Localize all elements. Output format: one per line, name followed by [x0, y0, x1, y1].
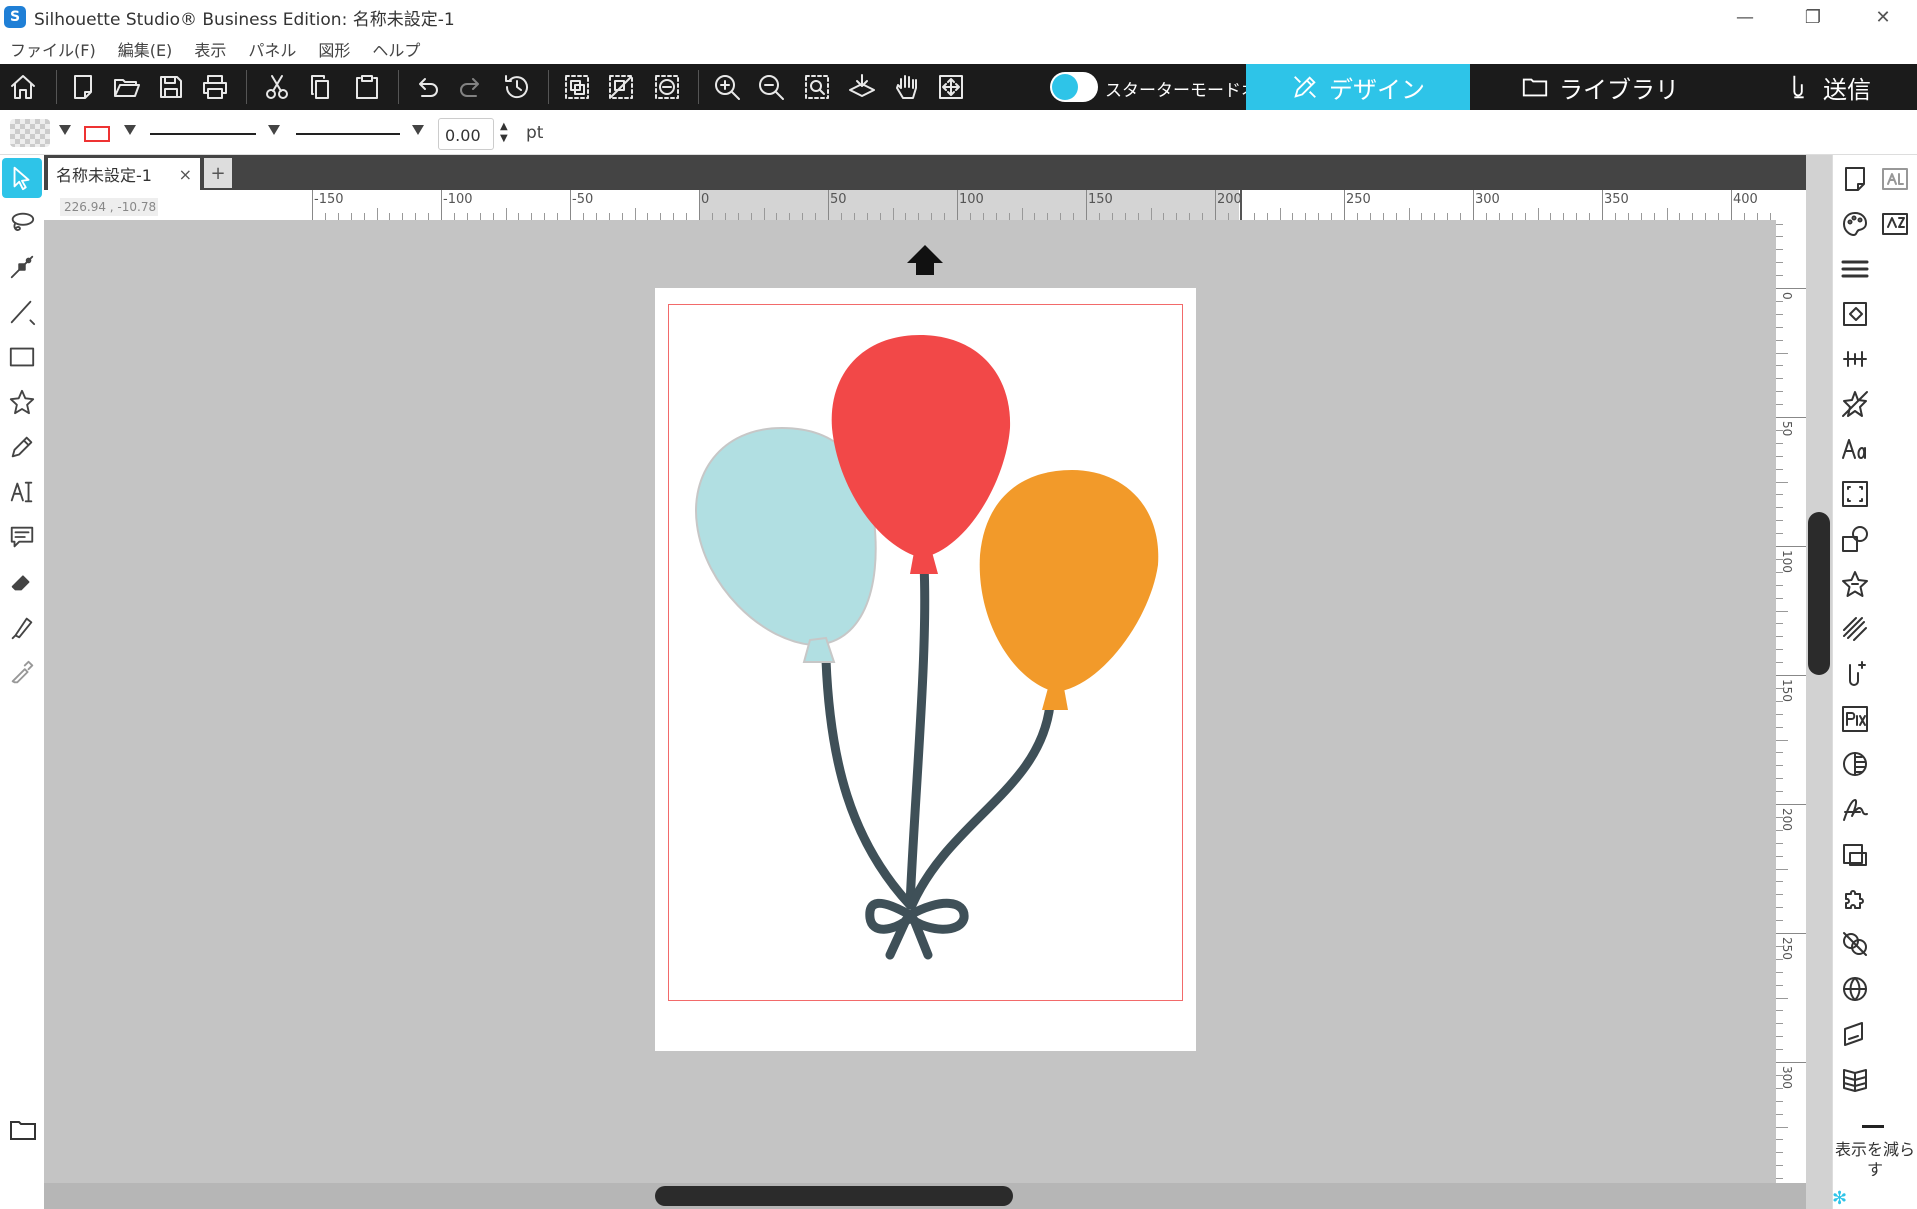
fold-grid-icon: [1843, 1069, 1867, 1092]
vertical-scroll-thumb[interactable]: [1808, 512, 1830, 675]
blade-plus-icon: [1849, 661, 1866, 686]
line-style-panel-button[interactable]: [1837, 251, 1873, 287]
color-fill-panel-button[interactable]: [1837, 296, 1873, 332]
replicate-panel-button[interactable]: [1837, 836, 1873, 872]
page-setup-button[interactable]: [1837, 161, 1873, 197]
balloons-artwork[interactable]: [0, 0, 1917, 1209]
align-panel-button[interactable]: [1837, 341, 1873, 377]
signature-icon: [1843, 799, 1868, 821]
horizontal-scroll-thumb[interactable]: [655, 1186, 1013, 1206]
fill-panel-button[interactable]: [1837, 206, 1873, 242]
scale-panel-button[interactable]: [1837, 476, 1873, 512]
shapes-icon: [1842, 526, 1868, 552]
send-panel-button[interactable]: [1837, 656, 1873, 692]
warp-icon: [1844, 1022, 1863, 1046]
scale-frame-icon: [1842, 481, 1868, 507]
offset-panel-button[interactable]: [1837, 611, 1873, 647]
font-aa-icon: [1842, 439, 1866, 459]
puzzle-icon: [1845, 890, 1864, 909]
text-style-button[interactable]: [1877, 161, 1913, 197]
warp-panel-button[interactable]: [1837, 1016, 1873, 1052]
orange-balloon: [979, 470, 1159, 710]
nesting-panel-button[interactable]: [1837, 881, 1873, 917]
align-text-button[interactable]: [1877, 206, 1913, 242]
3d-panel-button[interactable]: [1837, 1061, 1873, 1097]
align-distribute-icon: [1843, 351, 1867, 367]
fill-bucket-icon: [1843, 302, 1867, 326]
star-burst-icon: [1842, 391, 1868, 417]
half-circle-icon: [1843, 752, 1867, 776]
modify-panel-button[interactable]: [1837, 926, 1873, 962]
sketch-panel-button[interactable]: [1837, 791, 1873, 827]
settings-gear-icon[interactable]: ✻: [1832, 1188, 1852, 1209]
weld-icon: [1843, 932, 1867, 956]
palette-icon: [1843, 212, 1867, 236]
favorites-panel-button[interactable]: [1837, 566, 1873, 602]
trace-panel-button[interactable]: [1837, 746, 1873, 782]
text-style-icon: [1882, 168, 1908, 190]
text-panel-button[interactable]: [1837, 431, 1873, 467]
replicate-icon: [1843, 844, 1867, 866]
transform-panel-button[interactable]: [1837, 386, 1873, 422]
globe-icon: [1843, 977, 1867, 1001]
text-grid-icon: [1882, 213, 1908, 235]
vertical-scrollbar[interactable]: [1806, 155, 1832, 1209]
design-store-button[interactable]: [1837, 971, 1873, 1007]
collapse-panel-indicator: [1862, 1125, 1884, 1128]
silhouette-studio-window: S Silhouette Studio® Business Edition: 名…: [0, 0, 1917, 1209]
pix-icon: [1842, 706, 1868, 732]
page-setup-icon: [1845, 167, 1865, 191]
shapes-panel-button[interactable]: [1837, 521, 1873, 557]
favorite-star-icon: [1842, 571, 1868, 597]
offset-lines-icon: [1843, 617, 1867, 641]
show-less-button[interactable]: 表示を減らす: [1834, 1140, 1916, 1180]
right-panel-icons: [1832, 155, 1917, 1209]
pixscan-panel-button[interactable]: [1837, 701, 1873, 737]
line-weights-icon: [1841, 260, 1869, 278]
